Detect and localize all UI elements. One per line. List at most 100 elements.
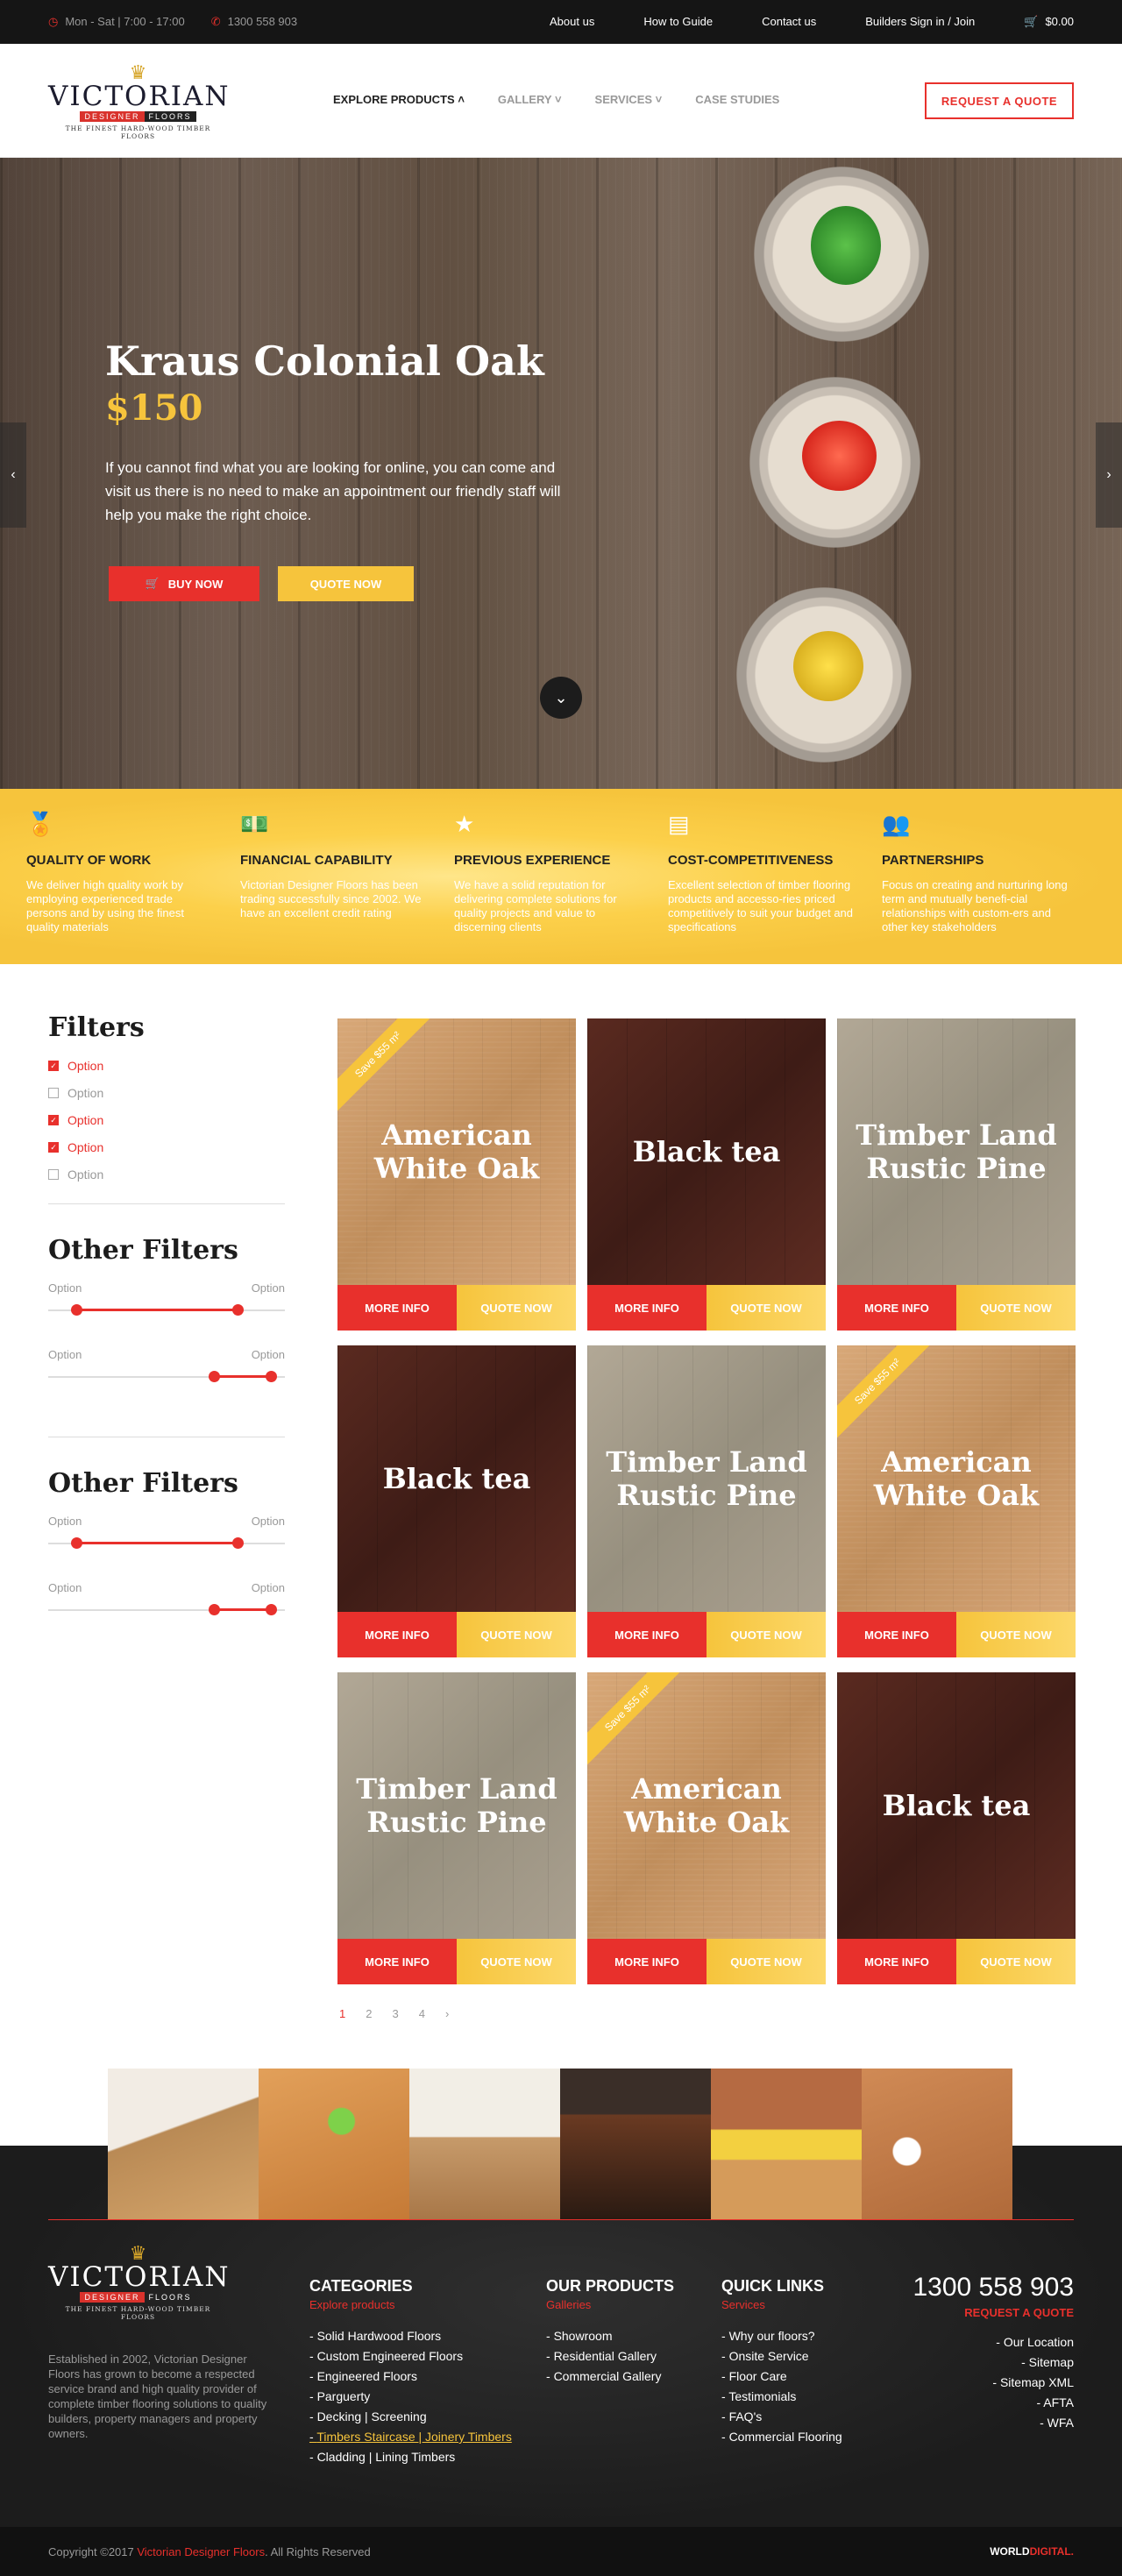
page-link[interactable]: 2 xyxy=(366,2007,372,2020)
footer-link[interactable]: Our Location xyxy=(913,2335,1074,2349)
footer-link[interactable]: Commercial Gallery xyxy=(546,2369,674,2383)
product-card[interactable]: Timber Land Rustic Pine MORE INFO QUOTE NO… xyxy=(837,1018,1076,1331)
more-info-button[interactable]: MORE INFO xyxy=(587,1285,707,1331)
range-slider[interactable]: Option Option xyxy=(48,1581,285,1648)
product-image[interactable]: Timber Land Rustic Pine xyxy=(587,1345,826,1612)
about-link[interactable]: About us xyxy=(550,15,594,29)
product-card[interactable]: American White Oak Save $55 m² MORE INFO QU… xyxy=(587,1672,826,1984)
more-info-button[interactable]: MORE INFO xyxy=(837,1285,956,1331)
footer-phone[interactable]: 1300 558 903 xyxy=(913,2273,1074,2303)
quote-now-button[interactable]: QUOTE NOW xyxy=(457,1939,576,1984)
logo[interactable]: ♛ VICTORIAN DESIGNER FLOORS THE FINEST HA… xyxy=(48,63,229,141)
footer-link[interactable]: Onsite Service xyxy=(721,2349,842,2363)
range-handle-min[interactable] xyxy=(71,1537,83,1549)
quote-now-button[interactable]: QUOTE NOW xyxy=(707,1939,826,1984)
buy-now-button[interactable]: 🛒 BUY NOW xyxy=(109,566,259,601)
quote-now-button[interactable]: QUOTE NOW xyxy=(956,1939,1076,1984)
footer-link[interactable]: Showroom xyxy=(546,2329,674,2343)
range-slider[interactable]: Option Option xyxy=(48,1515,285,1581)
more-info-button[interactable]: MORE INFO xyxy=(337,1939,457,1984)
filter-option[interactable]: ✓ Option xyxy=(48,1059,285,1073)
filter-option[interactable]: ✓ Option xyxy=(48,1113,285,1127)
gallery-image[interactable] xyxy=(862,2069,1012,2219)
quote-now-button[interactable]: QUOTE NOW xyxy=(457,1285,576,1331)
agency-logo[interactable]: WORLDDIGITAL. xyxy=(990,2545,1074,2558)
footer-link[interactable]: AFTA xyxy=(913,2395,1074,2409)
more-info-button[interactable]: MORE INFO xyxy=(337,1612,457,1657)
cart-button[interactable]: 🛒 $0.00 xyxy=(1024,15,1074,29)
product-card[interactable]: Black tea MORE INFO QUOTE NOW xyxy=(837,1672,1076,1984)
page-link[interactable]: 4 xyxy=(419,2007,425,2020)
gallery-image[interactable] xyxy=(259,2069,409,2219)
checkbox[interactable] xyxy=(48,1169,59,1180)
page-link[interactable]: 3 xyxy=(392,2007,398,2020)
product-image[interactable]: Timber Land Rustic Pine xyxy=(837,1018,1076,1285)
footer-link[interactable]: Timbers Staircase | Joinery Timbers xyxy=(309,2430,512,2444)
footer-link[interactable]: FAQ's xyxy=(721,2409,842,2423)
footer-link[interactable]: Testimonials xyxy=(721,2389,842,2403)
footer-link[interactable]: Commercial Flooring xyxy=(721,2430,842,2444)
gallery-image[interactable] xyxy=(409,2069,560,2219)
nav-gallery[interactable]: GALLERY ˅ xyxy=(498,93,562,106)
footer-link[interactable]: Engineered Floors xyxy=(309,2369,512,2383)
nav-explore-products[interactable]: EXPLORE PRODUCTS ˄ xyxy=(333,93,465,106)
footer-link[interactable]: Parguerty xyxy=(309,2389,512,2403)
footer-link[interactable]: Solid Hardwood Floors xyxy=(309,2329,512,2343)
footer-logo[interactable]: ♛ VICTORIAN DESIGNER FLOORS THE FINEST HA… xyxy=(48,2244,229,2322)
more-info-button[interactable]: MORE INFO xyxy=(837,1612,956,1657)
product-card[interactable]: Timber Land Rustic Pine MORE INFO QUOTE NO… xyxy=(587,1345,826,1657)
checkbox[interactable]: ✓ xyxy=(48,1061,59,1071)
footer-link[interactable]: Floor Care xyxy=(721,2369,842,2383)
checkbox[interactable]: ✓ xyxy=(48,1115,59,1125)
footer-link[interactable]: Cladding | Lining Timbers xyxy=(309,2450,512,2464)
more-info-button[interactable]: MORE INFO xyxy=(587,1612,707,1657)
nav-services[interactable]: SERVICES ˅ xyxy=(595,93,663,106)
quote-now-button[interactable]: QUOTE NOW xyxy=(707,1612,826,1657)
filter-option[interactable]: ✓ Option xyxy=(48,1140,285,1154)
product-card[interactable]: Timber Land Rustic Pine MORE INFO QUOTE NO… xyxy=(337,1672,576,1984)
request-quote-button[interactable]: REQUEST A QUOTE xyxy=(925,82,1074,119)
range-handle-max[interactable] xyxy=(265,1371,277,1382)
footer-link[interactable]: Sitemap xyxy=(913,2355,1074,2369)
product-card[interactable]: American White Oak Save $55 m² MORE INFO QU… xyxy=(837,1345,1076,1657)
more-info-button[interactable]: MORE INFO xyxy=(837,1939,956,1984)
checkbox[interactable]: ✓ xyxy=(48,1142,59,1153)
quote-now-button[interactable]: QUOTE NOW xyxy=(956,1285,1076,1331)
gallery-image[interactable] xyxy=(560,2069,711,2219)
range-handle-min[interactable] xyxy=(71,1304,83,1316)
filter-option[interactable]: Option xyxy=(48,1086,285,1100)
footer-link[interactable]: Residential Gallery xyxy=(546,2349,674,2363)
footer-link[interactable]: Custom Engineered Floors xyxy=(309,2349,512,2363)
contact-link[interactable]: Contact us xyxy=(762,15,816,29)
range-slider[interactable]: Option Option xyxy=(48,1281,285,1348)
next-page-icon[interactable]: › xyxy=(445,2007,449,2020)
gallery-image[interactable] xyxy=(711,2069,862,2219)
gallery-image[interactable] xyxy=(108,2069,259,2219)
phone-text[interactable]: 1300 558 903 xyxy=(228,15,298,28)
more-info-button[interactable]: MORE INFO xyxy=(587,1939,707,1984)
footer-link[interactable]: Sitemap XML xyxy=(913,2375,1074,2389)
footer-link[interactable]: Why our floors? xyxy=(721,2329,842,2343)
footer-link[interactable]: WFA xyxy=(913,2416,1074,2430)
footer-link[interactable]: Decking | Screening xyxy=(309,2409,512,2423)
slider-prev-arrow-icon[interactable]: ‹ xyxy=(0,422,26,528)
product-card[interactable]: American White Oak Save $55 m² MORE INFO QU… xyxy=(337,1018,576,1331)
range-handle-min[interactable] xyxy=(209,1604,220,1615)
hero-quote-now-button[interactable]: QUOTE NOW xyxy=(278,566,414,601)
product-image[interactable]: Black tea xyxy=(587,1018,826,1285)
product-image[interactable]: Black tea xyxy=(837,1672,1076,1939)
scroll-down-icon[interactable]: ⌄ xyxy=(540,677,582,719)
product-card[interactable]: Black tea MORE INFO QUOTE NOW xyxy=(337,1345,576,1657)
product-image[interactable]: Black tea xyxy=(337,1345,576,1612)
quote-now-button[interactable]: QUOTE NOW xyxy=(956,1612,1076,1657)
range-slider[interactable]: Option Option xyxy=(48,1348,285,1415)
range-handle-max[interactable] xyxy=(232,1304,244,1316)
checkbox[interactable] xyxy=(48,1088,59,1098)
footer-request-quote[interactable]: REQUEST A QUOTE xyxy=(913,2306,1074,2319)
filter-option[interactable]: Option xyxy=(48,1167,285,1182)
quote-now-button[interactable]: QUOTE NOW xyxy=(707,1285,826,1331)
range-handle-max[interactable] xyxy=(232,1537,244,1549)
phone-info[interactable]: ✆ 1300 558 903 xyxy=(211,15,297,29)
more-info-button[interactable]: MORE INFO xyxy=(337,1285,457,1331)
nav-case-studies[interactable]: CASE STUDIES xyxy=(695,93,779,106)
